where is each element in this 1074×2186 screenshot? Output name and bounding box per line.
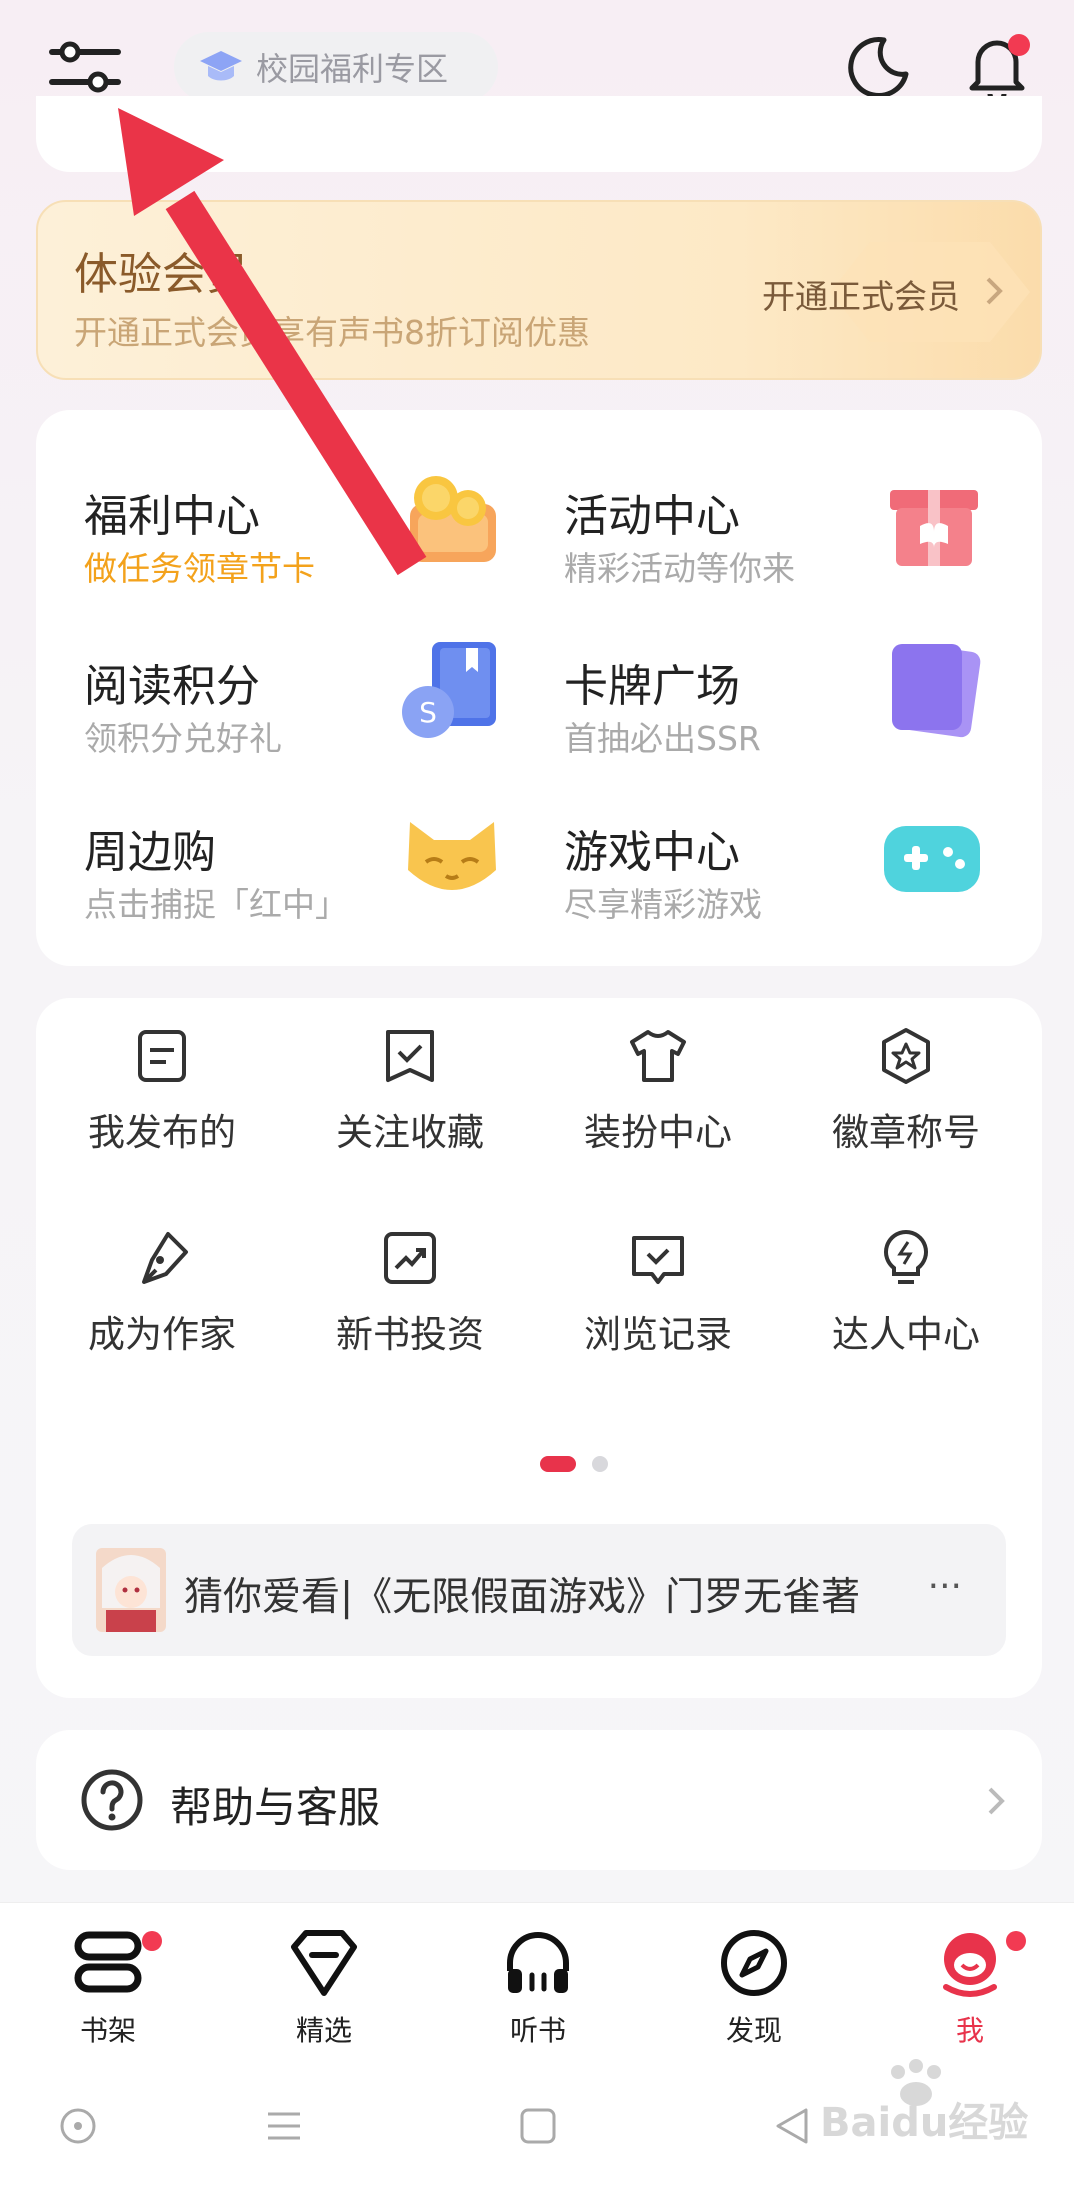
pen-icon xyxy=(142,1232,188,1284)
gift-box-icon xyxy=(890,490,978,566)
feature-game-center[interactable]: 游戏中心 尽享精彩游戏 xyxy=(516,786,996,936)
bookmark-check-icon xyxy=(386,1030,434,1082)
tool-label: 关注收藏 xyxy=(336,1111,484,1154)
badge-star-icon xyxy=(882,1028,930,1084)
tool-follow-favorites[interactable]: 关注收藏 xyxy=(286,998,534,1154)
menu-icon[interactable] xyxy=(262,2104,306,2148)
feature-merch[interactable]: 周边购 点击捕捉「红中」 xyxy=(36,786,516,936)
feature-desc: 做任务领章节卡 xyxy=(84,549,315,588)
document-icon xyxy=(138,1030,186,1082)
feature-desc: 精彩活动等你来 xyxy=(564,549,795,588)
tool-label: 装扮中心 xyxy=(584,1111,732,1154)
home-icon[interactable] xyxy=(516,2104,560,2148)
feature-activity-center[interactable]: 活动中心 精彩活动等你来 xyxy=(516,450,996,600)
card-icon xyxy=(892,644,981,738)
profile-card-bottom xyxy=(36,96,1042,172)
settings-icon[interactable] xyxy=(48,38,122,98)
shirt-icon xyxy=(630,1030,686,1082)
tool-new-book-invest[interactable]: 新书投资 xyxy=(286,1200,534,1356)
question-circle-icon xyxy=(81,1769,143,1831)
feature-name: 活动中心 xyxy=(564,491,740,542)
page-dot-active[interactable] xyxy=(540,1456,576,1472)
svg-text:Baidu经验: Baidu经验 xyxy=(820,2100,1028,2146)
graduation-cap-icon xyxy=(198,47,244,87)
recommendation-banner[interactable]: 猜你爱看|《无限假面游戏》门罗无雀著 ··· xyxy=(72,1524,1006,1656)
feature-name: 游戏中心 xyxy=(564,827,740,878)
member-title: 体验会员 xyxy=(74,249,250,300)
tool-label: 我发布的 xyxy=(88,1111,236,1154)
member-subtitle: 开通正式会员享有声书8折订阅优惠 xyxy=(74,313,590,352)
me-badge xyxy=(1006,1931,1026,1951)
feature-name: 卡牌广场 xyxy=(564,661,740,712)
tool-label: 徽章称号 xyxy=(832,1111,980,1154)
campus-welfare-label: 校园福利专区 xyxy=(256,50,449,88)
nav-label: 发现 xyxy=(725,2014,782,2047)
bookshelf-badge xyxy=(142,1931,162,1951)
history-icon xyxy=(632,1236,684,1284)
book-cover-image xyxy=(96,1548,166,1632)
tool-badges-titles[interactable]: 徽章称号 xyxy=(782,998,1030,1154)
nav-label: 精选 xyxy=(295,2014,352,2047)
feature-desc: 首抽必出SSR xyxy=(564,719,761,758)
fox-mascot-icon xyxy=(408,822,496,890)
diamond-icon xyxy=(291,1930,357,1996)
feature-name: 周边购 xyxy=(84,827,216,878)
tool-expert-center[interactable]: 达人中心 xyxy=(782,1200,1030,1356)
open-member-link[interactable]: 开通正式会员 xyxy=(762,270,960,318)
campus-welfare-button[interactable]: 校园福利专区 xyxy=(174,32,498,102)
tool-dressup-center[interactable]: 装扮中心 xyxy=(534,998,782,1154)
help-service-row[interactable]: 帮助与客服 xyxy=(36,1730,1042,1870)
feature-grid: 福利中心 做任务领章节卡 活动中心 精彩活动等你来 阅读积分 领积分兑好礼 S xyxy=(36,410,1042,966)
tools-panel: 我发布的 关注收藏 装扮中心 徽章称号 成为作家 新书投资 浏览记录 达人中心 xyxy=(36,998,1042,1698)
nav-label: 我 xyxy=(955,2014,984,2047)
trend-icon xyxy=(384,1232,436,1284)
feature-desc: 点击捕捉「红中」 xyxy=(84,885,348,924)
notification-badge xyxy=(1008,34,1030,56)
chevron-right-icon xyxy=(988,1787,1005,1815)
tool-browse-history[interactable]: 浏览记录 xyxy=(534,1200,782,1356)
nav-label: 听书 xyxy=(509,2014,566,2047)
nav-featured[interactable]: 精选 xyxy=(254,1925,394,2055)
feature-name: 阅读积分 xyxy=(84,661,260,712)
coin-basket-icon xyxy=(410,476,496,562)
tool-label: 成为作家 xyxy=(88,1313,236,1356)
member-banner[interactable]: 体验会员 开通正式会员享有声书8折订阅优惠 开通正式会员 xyxy=(36,200,1042,380)
feature-welfare-center[interactable]: 福利中心 做任务领章节卡 xyxy=(36,450,516,600)
headphones-icon xyxy=(507,1932,569,1993)
moon-icon[interactable] xyxy=(844,34,910,100)
baidu-jingyan-watermark: Baidu经验 xyxy=(820,2059,1028,2146)
bulb-icon xyxy=(884,1229,928,1284)
tool-label: 浏览记录 xyxy=(584,1313,732,1356)
compass-icon xyxy=(721,1930,787,1996)
recommendation-text: 猜你爱看|《无限假面游戏》门罗无雀著 xyxy=(184,1575,861,1620)
nav-audiobooks[interactable]: 听书 xyxy=(468,1925,608,2055)
feature-card-plaza[interactable]: 卡牌广场 首抽必出SSR xyxy=(516,620,996,770)
more-icon[interactable]: ··· xyxy=(928,1566,962,1607)
tool-label: 新书投资 xyxy=(336,1313,484,1356)
feature-name: 福利中心 xyxy=(84,491,260,542)
svg-text:S: S xyxy=(419,696,437,729)
feature-reading-points[interactable]: 阅读积分 领积分兑好礼 S xyxy=(36,620,516,770)
assistant-icon[interactable] xyxy=(56,2104,100,2148)
nav-discover[interactable]: 发现 xyxy=(684,1925,824,2055)
feature-desc: 尽享精彩游戏 xyxy=(564,885,762,924)
tool-become-writer[interactable]: 成为作家 xyxy=(38,1200,286,1356)
points-book-icon: S xyxy=(402,642,496,738)
bookshelf-icon xyxy=(74,1931,142,1993)
help-label: 帮助与客服 xyxy=(170,1783,381,1832)
feature-desc: 领积分兑好礼 xyxy=(84,719,282,758)
tool-label: 达人中心 xyxy=(832,1313,980,1356)
gamepad-icon xyxy=(884,826,980,892)
tool-my-posts[interactable]: 我发布的 xyxy=(38,998,286,1154)
page-dot[interactable] xyxy=(592,1456,608,1472)
profile-mascot-icon xyxy=(943,1933,997,1997)
chevron-right-icon xyxy=(986,277,1003,305)
nav-label: 书架 xyxy=(79,2014,136,2047)
